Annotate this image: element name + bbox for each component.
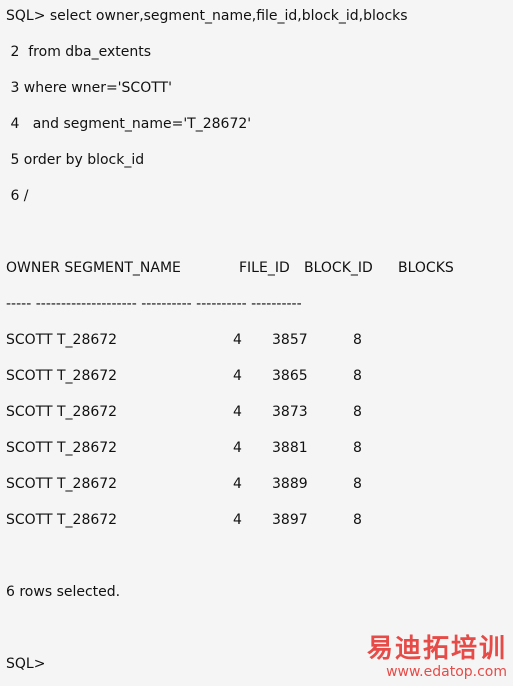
header-file-id: FILE_ID xyxy=(239,260,290,276)
row-file-id: 4 xyxy=(233,476,242,492)
row-owner-segment: SCOTT T_28672 xyxy=(6,368,118,384)
query-line-4: 4 and segment_name='T_28672' xyxy=(6,116,252,132)
row-file-id: 4 xyxy=(233,404,242,420)
row-block-id: 3857 xyxy=(272,332,308,348)
row-block-id: 3881 xyxy=(272,440,308,456)
row-owner-segment: SCOTT T_28672 xyxy=(6,440,118,456)
row-block-id: 3897 xyxy=(272,512,308,528)
row-file-id: 4 xyxy=(233,368,242,384)
header-blocks: BLOCKS xyxy=(398,260,454,276)
row-block-id: 3865 xyxy=(272,368,308,384)
row-blocks: 8 xyxy=(353,476,362,492)
query-line-1: SQL> select owner,segment_name,file_id,b… xyxy=(6,8,408,24)
row-block-id: 3889 xyxy=(272,476,308,492)
row-file-id: 4 xyxy=(233,512,242,528)
row-blocks: 8 xyxy=(353,332,362,348)
row-file-id: 4 xyxy=(233,332,242,348)
rows-selected-footer: 6 rows selected. xyxy=(6,584,121,600)
row-owner-segment: SCOTT T_28672 xyxy=(6,476,118,492)
query-line-6: 6 / xyxy=(6,188,29,204)
header-owner-segment: OWNER SEGMENT_NAME xyxy=(6,260,181,276)
row-file-id: 4 xyxy=(233,440,242,456)
watermark-logo: 易迪拓培训 www.edatop.com xyxy=(347,634,507,684)
row-owner-segment: SCOTT T_28672 xyxy=(6,512,118,528)
sql-prompt[interactable]: SQL> xyxy=(6,654,45,674)
query-line-5: 5 order by block_id xyxy=(6,152,145,168)
watermark-main-text: 易迪拓培训 xyxy=(366,634,507,664)
query-line-2: 2 from dba_extents xyxy=(6,44,152,60)
query-line-3: 3 where wner='SCOTT' xyxy=(6,80,172,96)
header-block-id: BLOCK_ID xyxy=(304,260,373,276)
row-blocks: 8 xyxy=(353,368,362,384)
row-blocks: 8 xyxy=(353,440,362,456)
row-blocks: 8 xyxy=(353,512,362,528)
row-blocks: 8 xyxy=(353,404,362,420)
row-block-id: 3873 xyxy=(272,404,308,420)
row-owner-segment: SCOTT T_28672 xyxy=(6,332,118,348)
header-separator: ----- -------------------- ---------- --… xyxy=(6,296,302,312)
row-owner-segment: SCOTT T_28672 xyxy=(6,404,118,420)
watermark-url: www.edatop.com xyxy=(386,664,507,680)
